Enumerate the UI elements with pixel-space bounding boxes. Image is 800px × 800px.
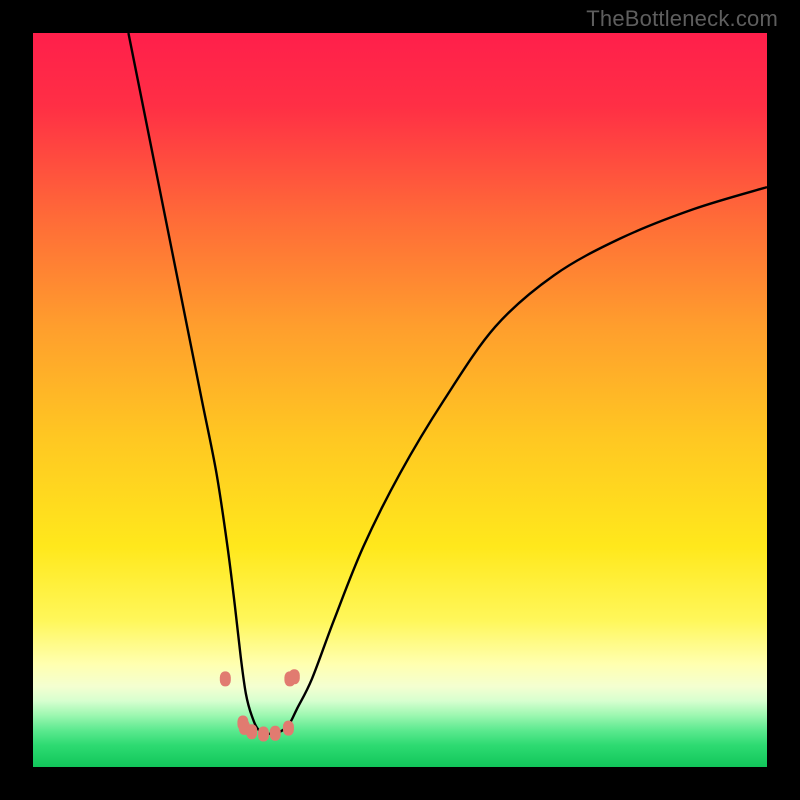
v-curve-path <box>128 33 767 734</box>
bottleneck-curve <box>33 33 767 767</box>
highlighted-points-group <box>220 669 300 741</box>
highlighted-point <box>289 669 300 684</box>
highlighted-point <box>283 721 294 736</box>
watermark-text: TheBottleneck.com <box>586 6 778 32</box>
chart-stage: TheBottleneck.com <box>0 0 800 800</box>
highlighted-point <box>258 726 269 741</box>
plot-area <box>33 33 767 767</box>
highlighted-point <box>246 724 257 739</box>
highlighted-point <box>220 671 231 686</box>
highlighted-point <box>270 726 281 741</box>
